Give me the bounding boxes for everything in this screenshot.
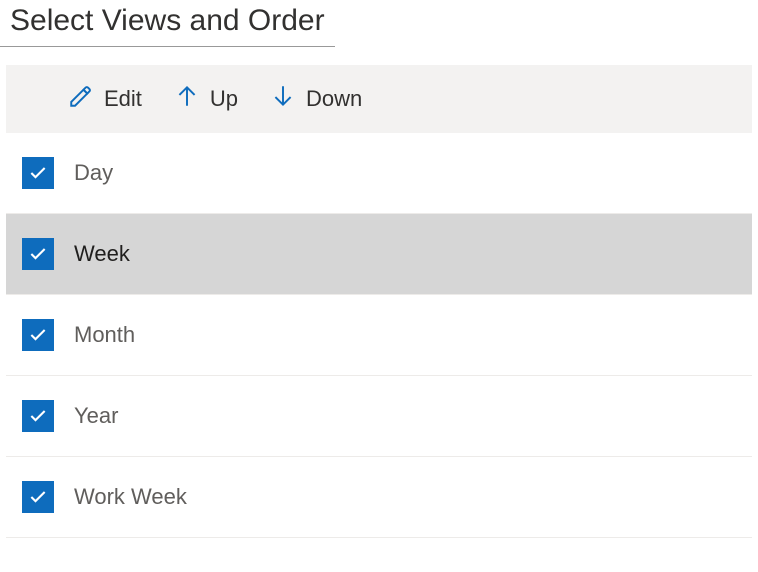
pencil-icon [68,83,94,115]
check-icon[interactable] [22,400,54,432]
views-list-scroll[interactable]: Day Week Month Year Work Week [6,133,752,553]
toolbar: Edit Up Down [6,65,752,133]
arrow-down-icon [270,83,296,115]
list-item[interactable]: Month [6,295,752,376]
list-item[interactable]: Day [6,133,752,214]
edit-button[interactable]: Edit [56,77,154,121]
list-item[interactable]: Year [6,376,752,457]
list-item[interactable]: Work Week [6,457,752,538]
down-button[interactable]: Down [258,77,374,121]
list-spacer [6,538,752,553]
list-item-label: Month [74,322,135,348]
dialog-title: Select Views and Order [0,0,335,47]
list-item[interactable]: Week [6,214,752,295]
check-icon[interactable] [22,319,54,351]
list-item-label: Work Week [74,484,187,510]
list-item-label: Year [74,403,118,429]
check-icon[interactable] [22,157,54,189]
list-item-label: Day [74,160,113,186]
up-button[interactable]: Up [162,77,250,121]
list-item-label: Week [74,241,130,267]
up-button-label: Up [210,86,238,112]
arrow-up-icon [174,83,200,115]
check-icon[interactable] [22,481,54,513]
down-button-label: Down [306,86,362,112]
views-list-container: Day Week Month Year Work Week [6,133,752,553]
edit-button-label: Edit [104,86,142,112]
check-icon[interactable] [22,238,54,270]
